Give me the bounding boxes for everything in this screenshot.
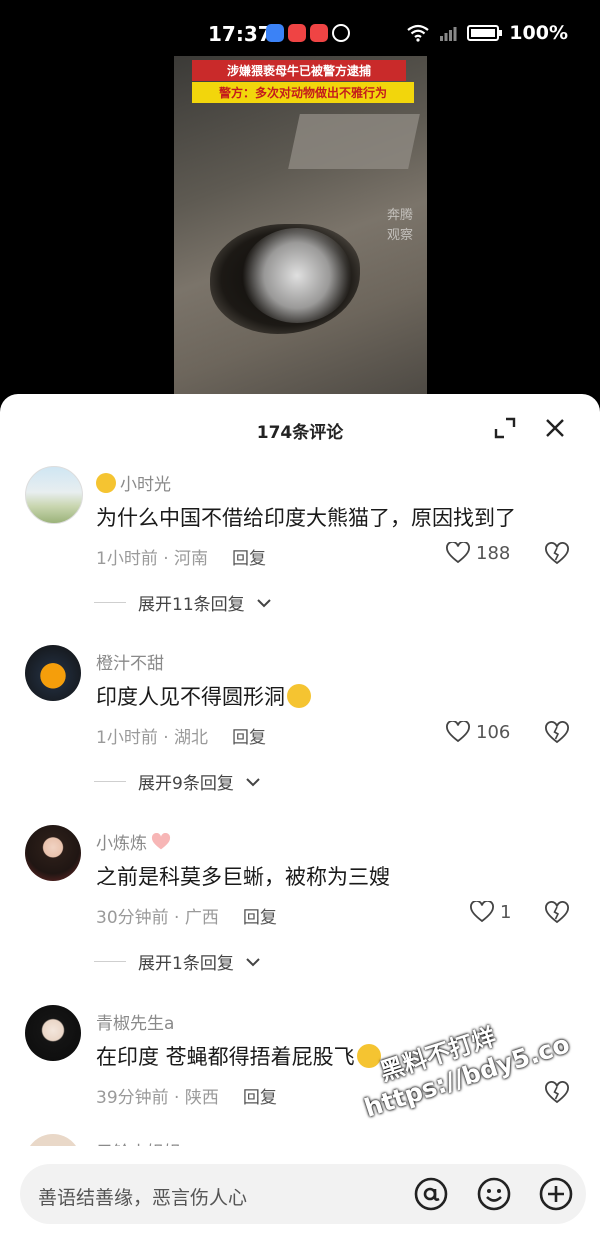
chevron-down-icon [246,957,260,966]
expand-replies-button[interactable]: 展开9条回复 [94,769,260,794]
divider [94,781,126,782]
app-notification-icon [310,24,328,42]
like-button[interactable]: 188 [446,542,510,564]
mosaic-blur [242,228,352,323]
expand-replies-button[interactable]: 展开1条回复 [94,949,260,974]
dislike-heart-icon[interactable] [545,1081,569,1105]
expand-icon[interactable] [493,416,517,440]
comment-text: 在印度 苍蝇都得捂着屁股飞 [96,1045,355,1069]
avatar[interactable] [25,825,81,881]
comment-time-location: 1小时前 · 河南 [96,549,209,569]
video-watermark: 奔腾 观察 [387,208,414,243]
comment-time: 1小时前 [96,549,158,569]
divider [94,602,126,603]
wifi-icon [407,24,429,42]
comment-text: 印度人见不得圆形洞 [96,685,285,709]
comment-time-location: 30分钟前 · 广西 [96,908,219,928]
alert-icon [332,24,350,42]
chevron-down-icon [246,777,260,786]
comment-username[interactable]: 小炼炼 [96,829,147,854]
status-time: 17:37 [208,22,272,46]
comment-text: 为什么中国不借给印度大熊猫了，原因找到了 [96,506,516,530]
comment-location: 陕西 [184,1088,219,1108]
comment-username[interactable]: 小时光 [120,470,171,495]
heart-icon [446,721,470,743]
like-count: 106 [476,721,511,743]
heart-icon [470,901,494,923]
comment-location: 河南 [174,549,209,569]
status-bar: 17:37 100% [0,0,600,56]
app-notification-icon [288,24,306,42]
like-button[interactable]: 106 [446,721,510,743]
comment-time-location: 1小时前 · 湖北 [96,728,209,748]
comment-item: 子铃小姐姐 [0,1134,600,1146]
signal-icon [440,27,457,41]
comment-input-bar: 善语结善缘，恶言伤人心 [0,1146,600,1236]
comment-input-placeholder: 善语结善缘，恶言伤人心 [38,1187,248,1209]
like-button[interactable]: 1 [470,901,511,923]
avatar[interactable] [25,1134,81,1146]
dislike-heart-icon[interactable] [545,542,569,566]
laughing-tears-emoji-icon [287,684,311,708]
reply-button[interactable]: 回复 [243,903,277,928]
video-player[interactable]: 涉嫌猥亵母牛已被警方逮捕 警方：多次对动物做出不雅行为 奔腾 观察 [174,56,427,394]
app-notification-icon [266,24,284,42]
expand-replies-label: 展开11条回复 [138,595,245,615]
pink-heart-icon [151,832,171,849]
like-count: 188 [476,542,511,564]
comment-username[interactable]: 青椒先生a [96,1009,174,1034]
dislike-heart-icon[interactable] [545,721,569,745]
comment-time: 30分钟前 [96,908,169,928]
comment-time: 39分钟前 [96,1088,169,1108]
comment-location: 广西 [184,908,219,928]
expand-replies-label: 展开9条回复 [138,774,234,794]
comments-sheet: 174条评论 小时光 为什么中国不借给印度大熊猫了，原因找到了 1小时前 · 河… [0,394,600,1236]
video-caption-subtitle: 警方：多次对动物做出不雅行为 [192,82,414,103]
avatar[interactable] [25,466,83,524]
comment-time-location: 39分钟前 · 陕西 [96,1088,219,1108]
mention-at-icon[interactable] [413,1176,449,1212]
comment-location: 湖北 [174,728,209,748]
expand-replies-button[interactable]: 展开11条回复 [94,590,271,615]
expand-replies-label: 展开1条回复 [138,954,234,974]
like-count: 1 [500,901,512,923]
comment-username[interactable]: 子铃小姐姐 [96,1138,181,1146]
close-icon[interactable] [543,416,567,440]
chevron-down-icon [256,598,271,607]
add-icon[interactable] [538,1176,574,1212]
battery-icon [467,25,503,41]
comment-text: 之前是科莫多巨蜥，被称为三嫂 [96,865,390,889]
heart-icon [446,542,470,564]
comment-time: 1小时前 [96,728,158,748]
status-app-icons [266,24,350,42]
battery-percent: 100% [509,22,568,44]
divider [94,961,126,962]
reply-button[interactable]: 回复 [232,544,266,569]
reply-button[interactable]: 回复 [232,723,266,748]
video-scene [288,114,420,169]
comment-username[interactable]: 橙汁不甜 [96,649,164,674]
reply-button[interactable]: 回复 [243,1083,277,1108]
dislike-heart-icon[interactable] [545,901,569,925]
avatar[interactable] [25,1005,81,1061]
emoji-icon[interactable] [476,1176,512,1212]
avatar[interactable] [25,645,81,701]
smile-emoji-icon [96,472,116,493]
video-caption-title: 涉嫌猥亵母牛已被警方逮捕 [192,60,406,81]
